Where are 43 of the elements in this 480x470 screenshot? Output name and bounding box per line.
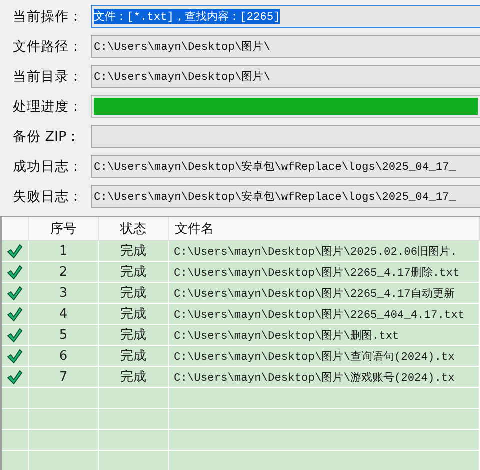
table-cell-text: C:\Users\mayn\Desktop\图片\删图.txt bbox=[174, 329, 400, 342]
empty-cell bbox=[2, 430, 29, 451]
table-cell-text: 完成 bbox=[120, 306, 146, 323]
table-cell-text: 完成 bbox=[120, 369, 146, 386]
field-label: 成功日志： bbox=[12, 158, 84, 176]
table-cell-text: C:\Users\mayn\Desktop\图片\2265_4.17自动更新 bbox=[174, 286, 455, 300]
field-label: 失败日志： bbox=[12, 188, 84, 206]
text-field[interactable]: C:\Users\mayn\Desktop\安卓包\wfReplace\logs\2025_04_17_ bbox=[91, 155, 480, 178]
table-cell: 6 bbox=[59, 348, 68, 364]
field-label: 备份 ZIP： bbox=[12, 128, 82, 146]
empty-cell bbox=[99, 409, 169, 430]
table-cell: 2 bbox=[59, 264, 68, 280]
field-label: 处理进度： bbox=[12, 98, 84, 116]
table-cell-text: C:\Users\mayn\Desktop\图片\2265_4.17删除.txt bbox=[174, 266, 460, 280]
table-cell-text: 完成 bbox=[120, 243, 146, 260]
empty-cell bbox=[29, 430, 99, 451]
text-field[interactable] bbox=[91, 125, 480, 148]
table-cell: 4 bbox=[59, 306, 68, 322]
table-cell-text: C:\Users\mayn\Desktop\图片\游戏账号(2024).tx bbox=[174, 371, 455, 384]
column-header[interactable]: 序号 bbox=[29, 217, 99, 241]
table-cell-text: 完成 bbox=[120, 348, 146, 365]
table-cell: 5 bbox=[59, 328, 68, 342]
table-cell-text: 完成 bbox=[120, 285, 146, 302]
text-field[interactable]: C:\Users\mayn\Desktop\安卓包\wfReplace\logs\2025_04_17_ bbox=[91, 185, 480, 208]
table-cell-text: C:\Users\mayn\Desktop\图片\2025.02.06旧图片. bbox=[174, 245, 458, 258]
column-header[interactable]: 状态 bbox=[99, 217, 169, 241]
table-cell-text: C:\Users\mayn\Desktop\图片\查询语句(2024).tx bbox=[174, 350, 455, 364]
empty-cell bbox=[29, 409, 99, 430]
table-cell-text: 完成 bbox=[120, 327, 146, 344]
table-cell: 1 bbox=[59, 244, 68, 258]
text-field[interactable]: C:\Users\mayn\Desktop\图片\ bbox=[91, 35, 480, 58]
field-label: 当前目录： bbox=[12, 68, 84, 86]
table-cell: 3 bbox=[59, 286, 68, 300]
table-cell-text: 完成 bbox=[120, 264, 146, 281]
text-field[interactable]: 文件：[*.txt]，查找内容：[2265] bbox=[91, 5, 480, 28]
table-cell: 7 bbox=[59, 370, 68, 384]
field-label: 当前操作： bbox=[12, 8, 84, 26]
text-field[interactable]: C:\Users\mayn\Desktop\图片\ bbox=[91, 65, 480, 88]
field-label: 文件路径： bbox=[12, 38, 84, 56]
empty-cell bbox=[2, 409, 29, 430]
column-header[interactable]: 文件名 bbox=[169, 217, 480, 241]
table-cell-text: C:\Users\mayn\Desktop\图片\2265_404_4.17.txt bbox=[174, 308, 465, 322]
empty-cell bbox=[99, 430, 169, 451]
